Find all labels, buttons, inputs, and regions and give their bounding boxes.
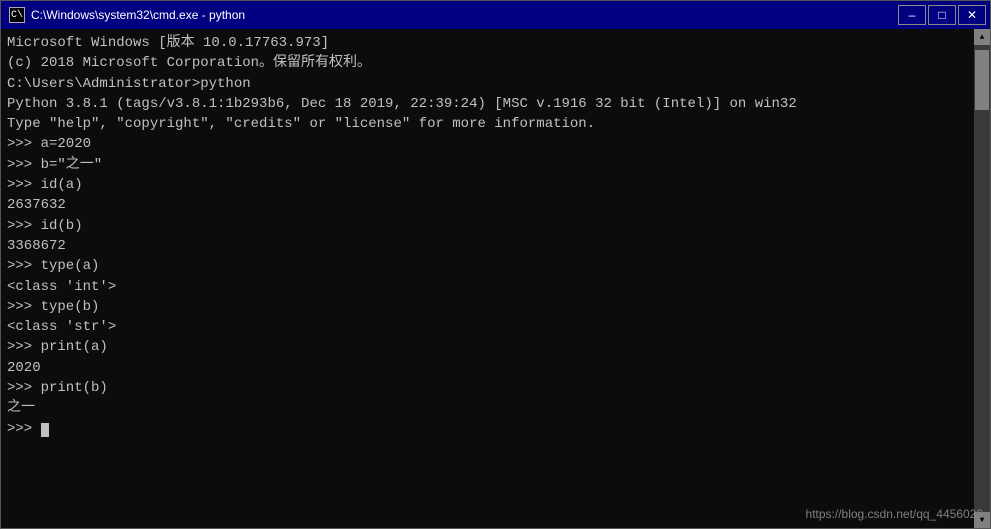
title-bar-left: C\ C:\Windows\system32\cmd.exe - python (9, 7, 245, 23)
console-line: <class 'str'> (7, 317, 968, 337)
console-line: (c) 2018 Microsoft Corporation。保留所有权利。 (7, 53, 968, 73)
console-line: >>> id(a) (7, 175, 968, 195)
console-line: 3368672 (7, 236, 968, 256)
minimize-button[interactable]: – (898, 5, 926, 25)
cursor (41, 423, 49, 437)
console-line: >>> type(a) (7, 256, 968, 276)
title-bar-text: C:\Windows\system32\cmd.exe - python (31, 8, 245, 22)
scrollbar[interactable]: ▲ ▼ (974, 29, 990, 528)
console-line: Type "help", "copyright", "credits" or "… (7, 114, 968, 134)
console-content[interactable]: Microsoft Windows [版本 10.0.17763.973](c)… (1, 29, 974, 528)
scrollbar-up-button[interactable]: ▲ (974, 29, 990, 45)
console-line: >>> a=2020 (7, 134, 968, 154)
console-line: >>> type(b) (7, 297, 968, 317)
title-bar-controls: – □ ✕ (898, 5, 986, 25)
watermark: https://blog.csdn.net/qq_4456029 (806, 507, 983, 521)
title-bar: C\ C:\Windows\system32\cmd.exe - python … (1, 1, 990, 29)
console-line: >>> print(a) (7, 337, 968, 357)
console-line: <class 'int'> (7, 277, 968, 297)
console-line: Python 3.8.1 (tags/v3.8.1:1b293b6, Dec 1… (7, 94, 968, 114)
cmd-window: C\ C:\Windows\system32\cmd.exe - python … (0, 0, 991, 529)
console-line: >>> (7, 419, 968, 439)
console-line: 之一 (7, 398, 968, 418)
console-line: Microsoft Windows [版本 10.0.17763.973] (7, 33, 968, 53)
close-button[interactable]: ✕ (958, 5, 986, 25)
console-line: 2637632 (7, 195, 968, 215)
maximize-button[interactable]: □ (928, 5, 956, 25)
console-line: >>> id(b) (7, 216, 968, 236)
console-line: >>> print(b) (7, 378, 968, 398)
scrollbar-thumb[interactable] (975, 50, 989, 110)
console-line: C:\Users\Administrator>python (7, 74, 968, 94)
console-line: >>> b="之一" (7, 155, 968, 175)
console-area: Microsoft Windows [版本 10.0.17763.973](c)… (1, 29, 990, 528)
console-line: 2020 (7, 358, 968, 378)
cmd-icon: C\ (9, 7, 25, 23)
